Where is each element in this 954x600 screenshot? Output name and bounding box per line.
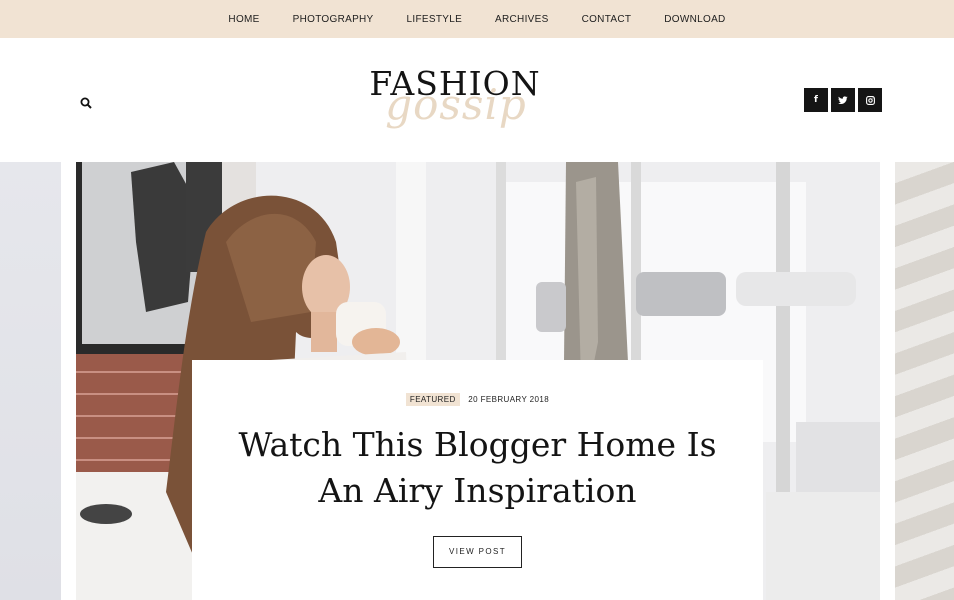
facebook-icon[interactable]: f [804,88,828,112]
nav-archives[interactable]: ARCHIVES [495,14,549,25]
twitter-icon[interactable] [831,88,855,112]
featured-post-card: FEATURED 20 FEBRUARY 2018 Watch This Blo… [192,360,763,600]
site-header: gossip FASHION f [0,38,954,162]
post-title[interactable]: Watch This Blogger Home Is An Airy Inspi… [218,422,738,514]
nav-download[interactable]: DOWNLOAD [664,14,725,25]
nav-home[interactable]: HOME [228,14,259,25]
nav-photography[interactable]: PHOTOGRAPHY [293,14,374,25]
logo-text: FASHION [369,64,541,103]
previous-slide-preview[interactable] [0,162,61,600]
nav-contact[interactable]: CONTACT [582,14,632,25]
post-date: 20 FEBRUARY 2018 [468,395,550,404]
social-links: f [804,88,882,112]
top-navigation: HOME PHOTOGRAPHY LIFESTYLE ARCHIVES CONT… [0,0,954,38]
site-logo[interactable]: gossip FASHION [360,62,550,136]
featured-badge[interactable]: FEATURED [405,393,460,406]
post-meta: FEATURED 20 FEBRUARY 2018 [192,393,763,406]
view-post-button[interactable]: VIEW POST [433,536,522,568]
nav-lifestyle[interactable]: LIFESTYLE [407,14,463,25]
instagram-icon[interactable] [858,88,882,112]
next-slide-preview[interactable] [895,162,954,600]
search-icon[interactable] [80,96,92,109]
